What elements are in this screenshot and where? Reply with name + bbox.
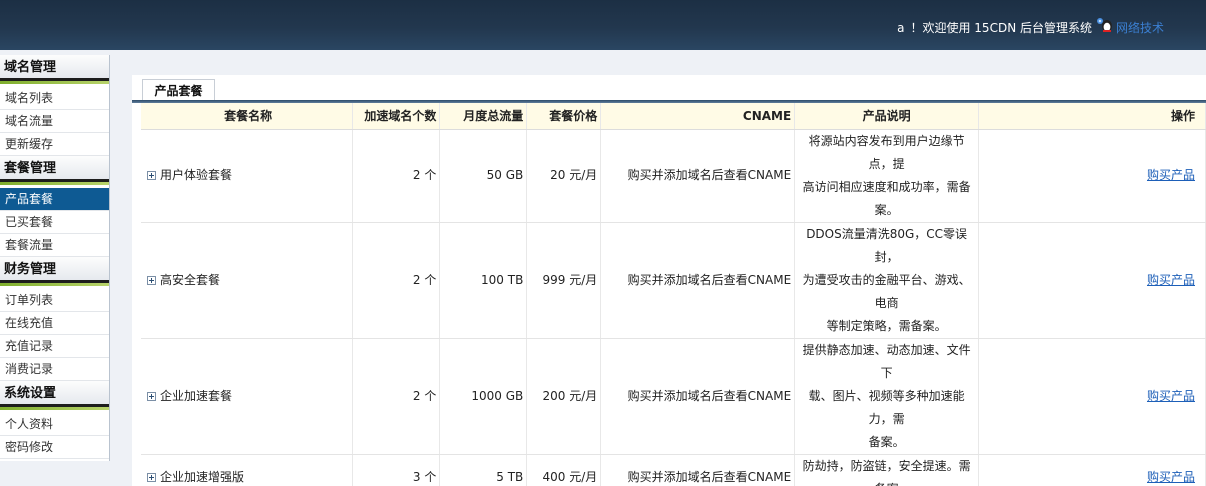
desc-cell: 提供静态加速、动态加速、文件下 载、图片、视频等多种加速能力，需 备案。	[794, 338, 980, 455]
sidebar-item-recharge[interactable]: 在线充值	[0, 312, 109, 335]
table-header-row: 套餐名称 加速域名个数 月度总流量 套餐价格 CNAME 产品说明 操作	[141, 103, 1206, 130]
sidebar-group-finance: 财务管理 订单列表 在线充值 充值记录 消费记录	[0, 257, 109, 381]
col-header-name: 套餐名称	[141, 103, 354, 130]
expand-icon[interactable]	[147, 275, 156, 285]
sidebar-item-bought-packages[interactable]: 已买套餐	[0, 211, 109, 234]
desc-line: 将源站内容发布到用户边缘节点，提	[808, 133, 965, 171]
sidebar-item-recharge-records[interactable]: 充值记录	[0, 335, 109, 358]
buy-product-link[interactable]: 购买产品	[1147, 389, 1195, 403]
sidebar: 域名管理 域名列表 域名流量 更新缓存 套餐管理 产品套餐 已买套餐 套餐流量 …	[0, 55, 110, 461]
desc-line: 防劫持，防盗链，安全提速。需备案	[802, 458, 971, 486]
sidebar-item-password[interactable]: 密码修改	[0, 436, 109, 459]
price-cell: 999 元/月	[526, 222, 602, 339]
package-name: 企业加速增强版	[160, 470, 245, 484]
desc-line: 提供静态加速、动态加速、文件下	[802, 342, 971, 380]
domains-cell: 3 个	[352, 454, 441, 486]
desc-line: 为遭受攻击的金融平台、游戏、电商	[802, 272, 971, 310]
desc-cell: 将源站内容发布到用户边缘节点，提 高访问相应速度和成功率，需备案。	[794, 129, 980, 223]
username: a	[897, 20, 905, 35]
package-name-cell: 高安全套餐	[141, 222, 354, 339]
expand-icon[interactable]	[147, 391, 156, 401]
qq-penguin-icon[interactable]	[1096, 17, 1114, 33]
table-row: 企业加速增强版 3 个 5 TB 400 元/月 购买并添加域名后查看CNAME…	[141, 454, 1206, 486]
traffic-cell: 5 TB	[439, 454, 528, 486]
welcome-bar: a ！欢迎使用 15CDN 后台管理系统 网络技术	[897, 17, 1164, 36]
price-cell: 200 元/月	[526, 338, 602, 455]
sidebar-group-title[interactable]: 系统设置	[0, 381, 109, 410]
traffic-cell: 1000 GB	[439, 338, 528, 455]
tab-product-packages[interactable]: 产品套餐	[142, 79, 215, 102]
desc-line: 等制定策略，需备案。	[826, 318, 947, 333]
cname-cell: 购买并添加域名后查看CNAME	[600, 129, 796, 223]
sidebar-group-package: 套餐管理 产品套餐 已买套餐 套餐流量	[0, 156, 109, 257]
package-name-cell: 企业加速套餐	[141, 338, 354, 455]
package-name-cell: 企业加速增强版	[141, 454, 354, 486]
sidebar-item-consumption-records[interactable]: 消费记录	[0, 358, 109, 381]
desc-line: 备案。	[868, 434, 905, 449]
package-name: 用户体验套餐	[160, 168, 233, 182]
cname-cell: 购买并添加域名后查看CNAME	[600, 222, 796, 339]
table-row: 用户体验套餐 2 个 50 GB 20 元/月 购买并添加域名后查看CNAME …	[141, 129, 1206, 223]
col-header-op: 操作	[978, 103, 1206, 130]
sidebar-group-domain: 域名管理 域名列表 域名流量 更新缓存	[0, 55, 109, 156]
package-name: 企业加速套餐	[160, 388, 233, 403]
col-header-desc: 产品说明	[794, 103, 980, 130]
table-row: 高安全套餐 2 个 100 TB 999 元/月 购买并添加域名后查看CNAME…	[141, 222, 1206, 339]
sidebar-item-domain-list[interactable]: 域名列表	[0, 87, 109, 110]
desc-cell: 防劫持，防盗链，安全提速。需备案	[794, 454, 980, 486]
desc-line: 载、图片、视频等多种加速能力，需	[808, 388, 965, 426]
price-cell: 400 元/月	[526, 454, 602, 486]
op-cell: 购买产品	[978, 222, 1206, 339]
welcome-text: ！欢迎使用 15CDN 后台管理系统	[910, 21, 1092, 35]
top-header: a ！欢迎使用 15CDN 后台管理系统 网络技术	[0, 0, 1206, 50]
domains-cell: 2 个	[352, 129, 441, 223]
op-cell: 购买产品	[978, 454, 1206, 486]
buy-product-link[interactable]: 购买产品	[1147, 470, 1195, 484]
price-cell: 20 元/月	[526, 129, 602, 223]
domains-cell: 2 个	[352, 338, 441, 455]
cname-cell: 购买并添加域名后查看CNAME	[600, 338, 796, 455]
sidebar-group-title[interactable]: 财务管理	[0, 257, 109, 286]
packages-table: 套餐名称 加速域名个数 月度总流量 套餐价格 CNAME 产品说明 操作 用户体…	[141, 103, 1206, 486]
sidebar-group-settings: 系统设置 个人资料 密码修改	[0, 381, 109, 459]
sidebar-item-profile[interactable]: 个人资料	[0, 413, 109, 436]
expand-icon[interactable]	[147, 473, 156, 482]
sidebar-item-package-traffic[interactable]: 套餐流量	[0, 234, 109, 257]
sidebar-group-title[interactable]: 套餐管理	[0, 156, 109, 185]
desc-line: DDOS流量清洗80G，CC零误封，	[806, 226, 968, 264]
desc-cell: DDOS流量清洗80G，CC零误封， 为遭受攻击的金融平台、游戏、电商 等制定策…	[794, 222, 980, 339]
traffic-cell: 50 GB	[439, 129, 528, 223]
col-header-traffic: 月度总流量	[439, 103, 528, 130]
col-header-cname: CNAME	[600, 103, 796, 130]
sidebar-item-domain-traffic[interactable]: 域名流量	[0, 110, 109, 133]
sidebar-item-orders[interactable]: 订单列表	[0, 289, 109, 312]
desc-line: 高访问相应速度和成功率，需备案。	[802, 179, 971, 217]
sidebar-item-product-packages[interactable]: 产品套餐	[0, 188, 109, 211]
package-name-cell: 用户体验套餐	[141, 129, 354, 223]
package-name: 高安全套餐	[160, 272, 221, 287]
op-cell: 购买产品	[978, 338, 1206, 455]
op-cell: 购买产品	[978, 129, 1206, 223]
main-panel: 产品套餐 套餐名称 加速域名个数 月度总流量 套餐价格 CNAME 产品说明 操…	[132, 75, 1206, 486]
buy-product-link[interactable]: 购买产品	[1147, 168, 1195, 182]
sidebar-item-refresh-cache[interactable]: 更新缓存	[0, 133, 109, 156]
col-header-domains: 加速域名个数	[352, 103, 441, 130]
traffic-cell: 100 TB	[439, 222, 528, 339]
col-header-price: 套餐价格	[526, 103, 602, 130]
tech-link[interactable]: 网络技术	[1116, 19, 1164, 36]
expand-icon[interactable]	[147, 171, 156, 180]
cname-cell: 购买并添加域名后查看CNAME	[600, 454, 796, 486]
buy-product-link[interactable]: 购买产品	[1147, 273, 1195, 287]
table-row: 企业加速套餐 2 个 1000 GB 200 元/月 购买并添加域名后查看CNA…	[141, 338, 1206, 455]
sidebar-group-title[interactable]: 域名管理	[0, 55, 109, 84]
domains-cell: 2 个	[352, 222, 441, 339]
